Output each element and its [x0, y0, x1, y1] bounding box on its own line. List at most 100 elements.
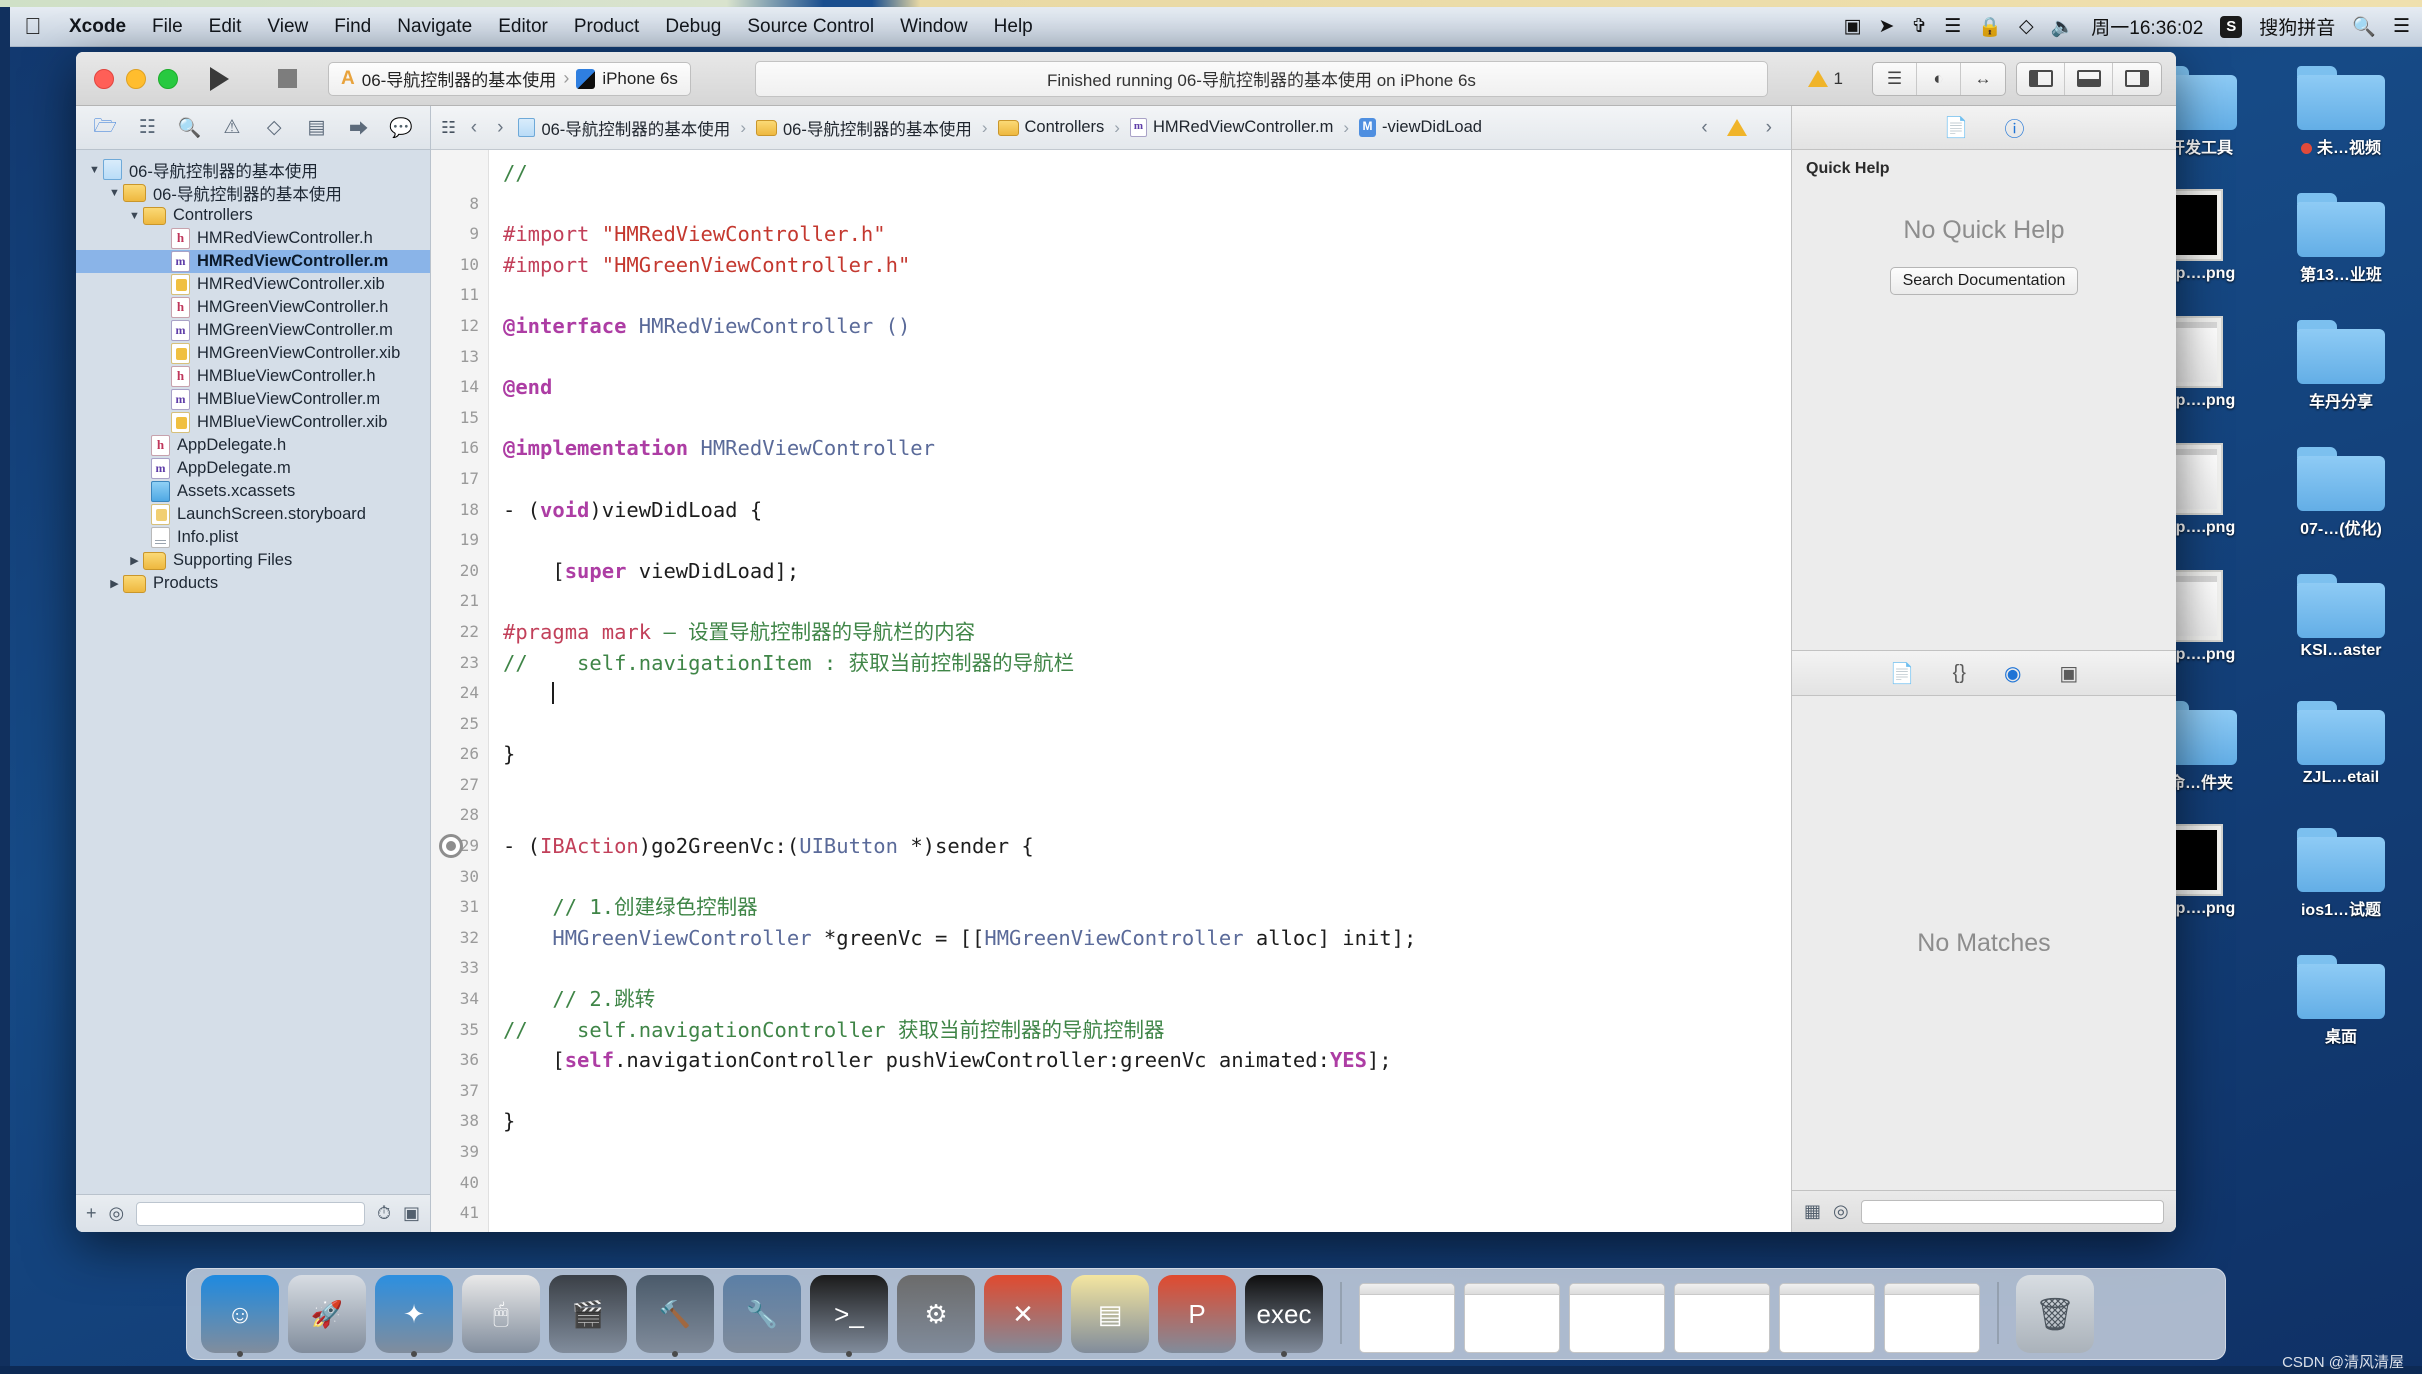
notification-center-icon[interactable]: ☰ — [2393, 15, 2410, 38]
line-number[interactable]: 18 — [431, 495, 479, 526]
line-number[interactable]: 20 — [431, 556, 479, 587]
line-number[interactable]: 10 — [431, 250, 479, 281]
line-number[interactable]: 34 — [431, 984, 479, 1015]
line-number[interactable]: 30 — [431, 862, 479, 893]
line-number[interactable]: 40 — [431, 1168, 479, 1199]
recent-icon[interactable]: ⏱ — [377, 1203, 391, 1224]
disclosure-triangle-icon[interactable]: ▶ — [106, 577, 123, 590]
disclosure-triangle-icon[interactable]: ▼ — [126, 210, 143, 222]
assistant-editor-icon[interactable]: ◐ — [1917, 62, 1961, 95]
line-number[interactable]: 15 — [431, 403, 479, 434]
file-tree-row[interactable]: ▼AppDelegate.h — [76, 434, 430, 457]
version-editor-icon[interactable]: ↔ — [1961, 63, 2005, 95]
file-tree-row[interactable]: ▼HMRedViewController.xib — [76, 273, 430, 296]
menu-item-window[interactable]: Window — [887, 7, 981, 47]
file-tree-row[interactable]: ▼HMBlueViewController.h — [76, 365, 430, 388]
file-tree-row[interactable]: ▶ Supporting Files — [76, 549, 430, 572]
mouse-app-icon[interactable]: 🖱 — [462, 1275, 540, 1353]
file-tree-row[interactable]: ▼HMBlueViewController.m — [76, 388, 430, 411]
line-number[interactable]: 27 — [431, 770, 479, 801]
line-number[interactable]: 12 — [431, 311, 479, 342]
dropbox-icon[interactable]: ◇ — [2019, 15, 2034, 38]
breadcrumb-item[interactable]: 06-导航控制器的基本使用 — [518, 116, 730, 140]
toggle-debug-area-icon[interactable] — [2065, 62, 2113, 95]
dock-minimized-window[interactable] — [1884, 1283, 1980, 1353]
line-number[interactable]: 28 — [431, 800, 479, 831]
menu-item-view[interactable]: View — [254, 7, 321, 47]
warning-indicator[interactable]: 1 — [1807, 69, 1843, 89]
line-number[interactable]: 11 — [431, 280, 479, 311]
issue-navigator-icon[interactable]: ⚠ — [217, 113, 247, 143]
menu-item-help[interactable]: Help — [981, 7, 1046, 47]
file-tree-row[interactable]: ▼HMBlueViewController.xib — [76, 411, 430, 434]
menu-item-editor[interactable]: Editor — [485, 7, 561, 47]
menu-item-navigate[interactable]: Navigate — [384, 7, 485, 47]
plus-icon[interactable]: + — [86, 1203, 97, 1224]
xcode-beta-icon[interactable]: 🔧 — [723, 1275, 801, 1353]
desktop-icon[interactable]: 第13…业班 — [2272, 187, 2410, 312]
file-tree-row[interactable]: ▶ Products — [76, 572, 430, 595]
finder-icon[interactable]: ☺ — [201, 1275, 279, 1357]
line-number[interactable]: 17 — [431, 464, 479, 495]
standard-editor-icon[interactable]: ☰ — [1873, 62, 1917, 95]
desktop-icon[interactable]: 07-…(优化) — [2272, 441, 2410, 566]
xcode-icon[interactable]: 🔨 — [636, 1275, 714, 1357]
safari-icon[interactable]: ✦ — [375, 1275, 453, 1357]
desktop-icon[interactable]: 桌面 — [2272, 949, 2410, 1074]
menu-bar-clock[interactable]: 周一16:36:02 — [2091, 13, 2203, 40]
line-number[interactable]: 21 — [431, 586, 479, 617]
line-number[interactable]: 31 — [431, 892, 479, 923]
source-code-view[interactable]: 8 9 10 11 12 13 14 15 16 17 18 19 20 21 22 23 24 25 26 27 28… — [431, 150, 1791, 1232]
menu-item-source-control[interactable]: Source Control — [734, 7, 887, 47]
desktop-icon[interactable]: KSI…aster — [2272, 568, 2410, 693]
related-items-icon[interactable]: ☷ — [441, 118, 456, 138]
search-documentation-button[interactable]: Search Documentation — [1889, 267, 2079, 295]
volume-icon[interactable]: 🔈 — [2051, 15, 2075, 39]
filter-input[interactable] — [136, 1201, 365, 1226]
dock-minimized-window[interactable] — [1464, 1283, 1560, 1353]
line-number-gutter[interactable]: 8 9 10 11 12 13 14 15 16 17 18 19 20 21 22 23 24 25 26 27 28… — [431, 150, 489, 1232]
line-number[interactable]: 32 — [431, 923, 479, 954]
file-inspector-icon[interactable]: 📄 — [1944, 115, 1969, 140]
pinyin-icon[interactable]: P — [1158, 1275, 1236, 1353]
menu-item-file[interactable]: File — [139, 7, 196, 47]
previous-issue-icon[interactable]: ‹ — [1696, 117, 1712, 139]
line-number[interactable]: 35 — [431, 1015, 479, 1046]
exec-icon[interactable]: exec — [1245, 1275, 1323, 1357]
desktop-icon[interactable]: 车丹分享 — [2272, 314, 2410, 439]
breadcrumb-item[interactable]: Controllers — [997, 118, 1104, 137]
dock-minimized-window[interactable] — [1569, 1283, 1665, 1353]
file-tree-row[interactable]: ▼HMGreenViewController.m — [76, 319, 430, 342]
minimize-button[interactable] — [126, 68, 146, 89]
ime-badge-icon[interactable]: S — [2220, 15, 2243, 38]
line-number[interactable]: 24 — [431, 678, 479, 709]
library-filter-input[interactable] — [1860, 1199, 2164, 1224]
line-number[interactable] — [431, 158, 479, 189]
file-tree-row[interactable]: ▼ Controllers — [76, 204, 430, 227]
disclosure-triangle-icon[interactable]: ▼ — [86, 164, 103, 176]
line-number[interactable]: 42 — [431, 1229, 479, 1232]
file-tree-row[interactable]: ▼HMRedViewController.h — [76, 227, 430, 250]
toggle-navigator-icon[interactable] — [2017, 62, 2065, 95]
library-grid-icon[interactable]: ▦ — [1804, 1201, 1821, 1222]
scheme-selector[interactable]: A 06-导航控制器的基本使用 › iPhone 6s — [328, 61, 691, 96]
lock-icon[interactable]: 🔒 — [1978, 15, 2002, 39]
line-number[interactable]: 38 — [431, 1106, 479, 1137]
line-number[interactable]: 8 — [431, 189, 479, 220]
menu-item-xcode[interactable]: Xcode — [56, 7, 139, 47]
back-button[interactable]: ‹ — [466, 117, 482, 139]
stop-button[interactable] — [260, 62, 314, 96]
dock-minimized-window[interactable] — [1779, 1283, 1875, 1353]
breadcrumb[interactable]: 06-导航控制器的基本使用 › 06-导航控制器的基本使用 › Controllers ›… — [518, 116, 1482, 140]
launchpad-icon[interactable]: 🚀 — [288, 1275, 366, 1353]
line-number[interactable]: 41 — [431, 1198, 479, 1229]
dock-minimized-window[interactable] — [1674, 1283, 1770, 1353]
menu-item-debug[interactable]: Debug — [652, 7, 734, 47]
project-navigator-icon[interactable]: 🗁 — [90, 113, 120, 143]
xmind-icon[interactable]: ✕ — [984, 1275, 1062, 1353]
screen-record-icon[interactable]: ▣ — [1843, 15, 1861, 38]
line-number[interactable]: 39 — [431, 1137, 479, 1168]
trash-icon[interactable]: 🗑 — [2016, 1275, 2094, 1353]
menu-item-product[interactable]: Product — [561, 7, 652, 47]
line-number[interactable]: 37 — [431, 1076, 479, 1107]
